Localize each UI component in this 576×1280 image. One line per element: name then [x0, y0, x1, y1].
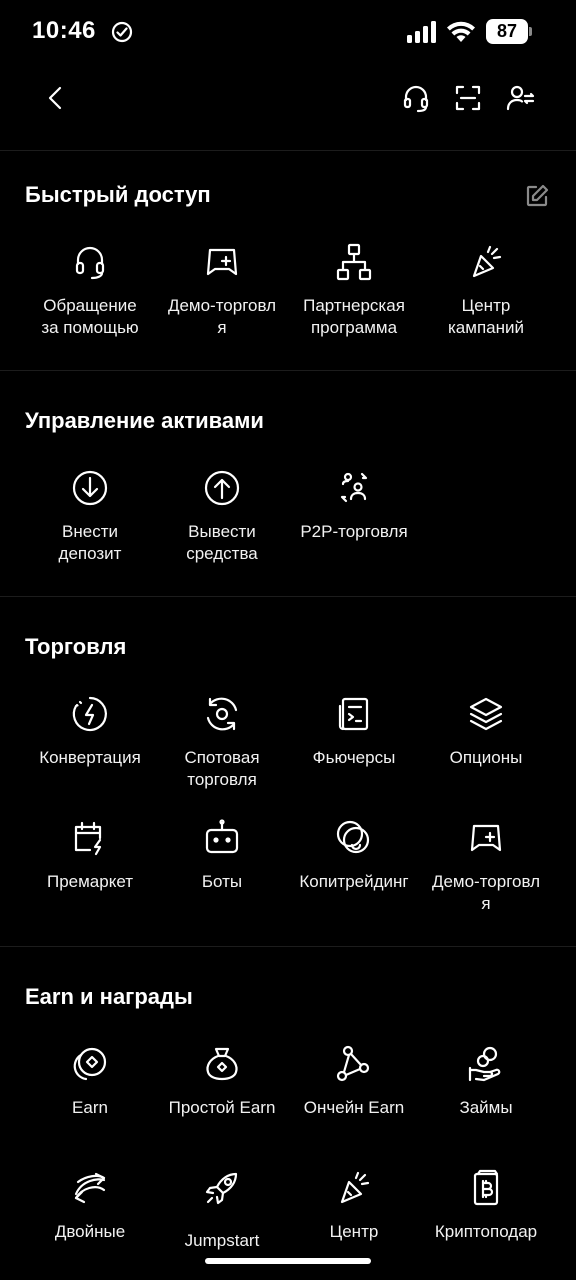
gamepad-icon — [206, 248, 238, 276]
p2p-icon — [340, 472, 368, 503]
withdraw-icon — [204, 470, 240, 506]
trading-item-bots[interactable]: Боты — [156, 818, 288, 893]
chevron-left-icon — [48, 86, 62, 110]
battery-level: 87 — [486, 19, 528, 44]
support-button[interactable] — [398, 80, 434, 116]
network-icon — [336, 243, 372, 281]
trading-item-premarket[interactable]: Премаркет — [24, 818, 156, 893]
gift-card-icon — [473, 1169, 499, 1206]
scan-icon — [455, 85, 481, 111]
earn-item-dual[interactable]: Двойные — [24, 1168, 156, 1243]
account-switch-button[interactable] — [503, 80, 539, 116]
quick-item-demo-trading[interactable]: Демо-торговл я — [156, 242, 288, 339]
status-bar: 10:46 87 — [0, 0, 576, 64]
bot-icon — [205, 819, 239, 854]
deposit-icon — [72, 470, 108, 506]
spot-icon — [206, 697, 238, 731]
quick-item-support[interactable]: Обращение за помощью — [24, 242, 156, 339]
wifi-icon — [447, 21, 475, 42]
quick-item-partner-program[interactable]: Партнерская программа — [288, 242, 420, 339]
futures-icon — [338, 697, 369, 731]
gamepad-icon — [470, 824, 502, 852]
headset-icon — [403, 85, 429, 113]
convert-icon — [72, 696, 107, 732]
dual-icon — [74, 1172, 106, 1204]
copytrading-icon — [336, 820, 370, 854]
quick-item-campaign-center[interactable]: Центр кампаний — [420, 242, 552, 339]
section-title-trading: Торговля — [25, 634, 127, 659]
loan-icon — [468, 1046, 501, 1082]
section-title-earn: Earn и награды — [25, 984, 193, 1009]
asset-item-withdraw[interactable]: Вывести средства — [156, 468, 288, 565]
trading-item-options[interactable]: Опционы — [420, 694, 552, 769]
divider — [0, 150, 576, 151]
user-switch-icon — [506, 85, 535, 111]
earn-item-earn[interactable]: Earn — [24, 1044, 156, 1119]
scan-button[interactable] — [450, 80, 486, 116]
section-title-asset-management: Управление активами — [25, 408, 264, 433]
asset-item-deposit[interactable]: Внести депозит — [24, 468, 156, 565]
earn-item-loans[interactable]: Займы — [420, 1044, 552, 1119]
party-popper-icon — [472, 245, 502, 278]
earn-item-jumpstart[interactable]: Jumpstart — [156, 1168, 288, 1252]
earn-item-crypto-gift[interactable]: Криптоподар — [420, 1168, 552, 1243]
onchain-icon — [336, 1045, 370, 1082]
trading-item-convert[interactable]: Конвертация — [24, 694, 156, 769]
home-indicator[interactable] — [205, 1258, 371, 1264]
earn-item-campaign-center[interactable]: Центр — [288, 1168, 420, 1243]
divider — [0, 596, 576, 597]
headset-icon — [75, 246, 105, 280]
earn-item-simple-earn[interactable]: Простой Earn — [156, 1044, 288, 1119]
battery-indicator: 87 — [486, 19, 532, 44]
divider — [0, 370, 576, 371]
edit-icon[interactable] — [524, 183, 550, 209]
top-nav — [0, 68, 576, 128]
trading-item-copytrading[interactable]: Копитрейдинг — [288, 818, 420, 893]
coins-icon — [73, 1047, 107, 1081]
earn-item-onchain-earn[interactable]: Ончейн Earn — [288, 1044, 420, 1119]
checkmark-circle-icon — [111, 21, 133, 43]
status-time: 10:46 — [32, 17, 96, 44]
trading-item-demo-trading[interactable]: Демо-торговл я — [420, 818, 552, 915]
back-button[interactable] — [38, 80, 74, 116]
layers-icon — [469, 697, 503, 731]
trading-item-spot[interactable]: Спотовая торговля — [156, 694, 288, 791]
trading-item-futures[interactable]: Фьючерсы — [288, 694, 420, 769]
money-bag-icon — [206, 1047, 238, 1081]
divider — [0, 946, 576, 947]
rocket-icon — [205, 1172, 238, 1205]
party-popper-icon — [340, 1171, 370, 1204]
premarket-icon — [74, 821, 102, 856]
section-title-quick-access: Быстрый доступ — [25, 182, 211, 207]
cellular-signal-icon — [407, 21, 436, 43]
asset-item-p2p[interactable]: P2P-торговля — [288, 468, 420, 543]
